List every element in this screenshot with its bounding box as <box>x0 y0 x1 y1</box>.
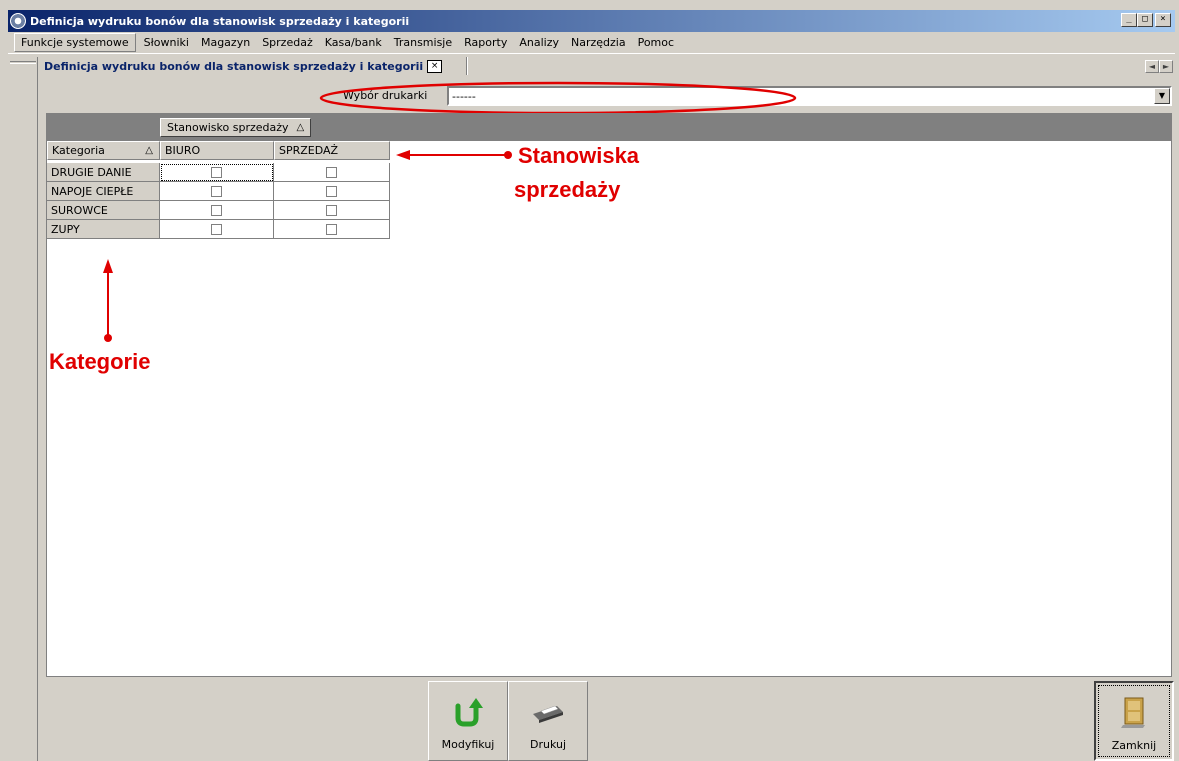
print-button[interactable]: Drukuj <box>508 681 588 761</box>
stations-arrowhead <box>396 150 410 160</box>
annotation-stations-line2: sprzedaży <box>514 177 621 202</box>
categories-arrowhead <box>103 259 113 273</box>
stations-arrow-dot <box>504 151 512 159</box>
modify-label: Modyfikuj <box>441 738 495 751</box>
print-label: Drukuj <box>529 738 567 751</box>
annotation-arrows <box>103 150 512 342</box>
bottom-toolbar: Modyfikuj Drukuj Zamknij <box>40 678 1175 761</box>
door-exit-icon <box>1116 695 1152 731</box>
modify-button[interactable]: Modyfikuj <box>428 681 508 761</box>
annotation-categories: Kategorie <box>49 349 151 374</box>
close-button[interactable]: Zamknij <box>1094 681 1174 761</box>
categories-arrow-dot <box>104 334 112 342</box>
annotation-stations-line1: Stanowiska <box>518 143 640 168</box>
modify-icon <box>450 694 486 730</box>
close-label: Zamknij <box>1111 739 1157 752</box>
printer-icon <box>530 694 566 730</box>
